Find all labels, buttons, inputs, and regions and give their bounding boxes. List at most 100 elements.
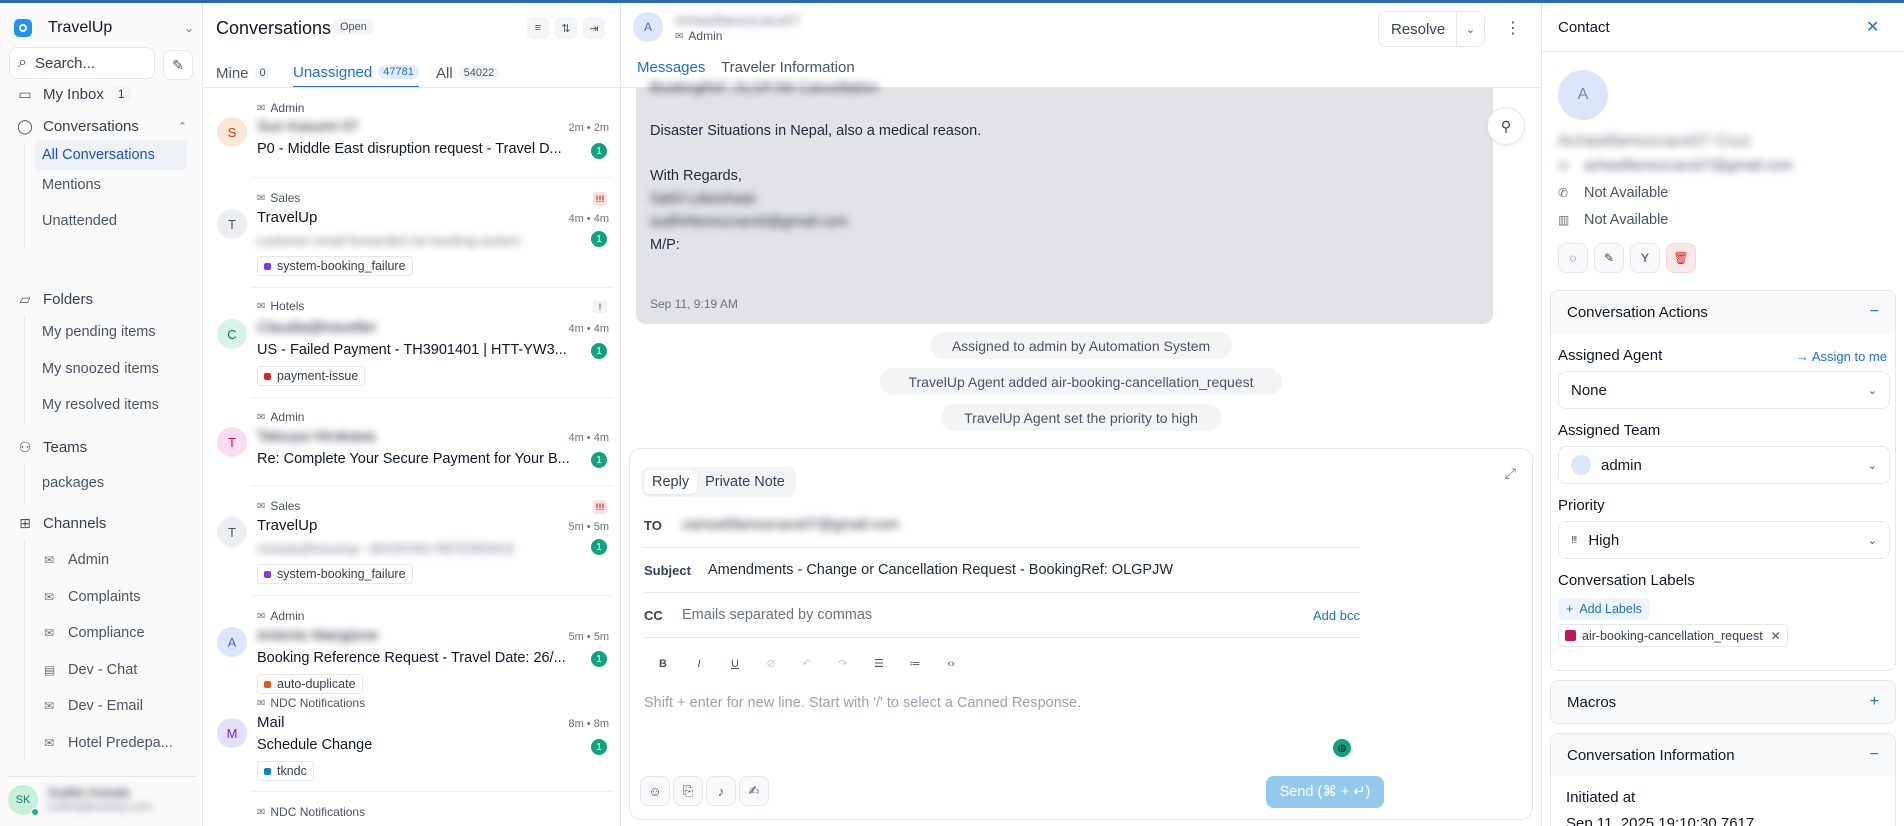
status-filter-badge[interactable]: Open: [333, 19, 374, 35]
merge-contact-button[interactable]: Y: [1630, 243, 1660, 273]
sidebar-item-label: Teams: [43, 438, 88, 456]
sidebar-item-pending[interactable]: My pending items: [42, 324, 156, 340]
sort-button[interactable]: ⇅: [555, 17, 577, 39]
subject-field[interactable]: Amendments - Change or Cancellation Requ…: [708, 562, 1173, 578]
remove-label-icon[interactable]: ✕: [1771, 629, 1781, 643]
reply-textarea[interactable]: Shift + enter for new line. Start with '…: [644, 695, 1081, 711]
add-labels-button[interactable]: + Add Labels: [1558, 598, 1650, 620]
search-button[interactable]: ⌕ Search...: [9, 47, 155, 79]
sidebar-channel-admin[interactable]: ✉ Admin: [44, 552, 109, 568]
priority-low-icon: !: [593, 300, 607, 314]
macros-header[interactable]: Macros +: [1551, 681, 1895, 723]
sidebar-item-all-conversations[interactable]: All Conversations: [34, 140, 187, 170]
redo-icon[interactable]: ↷: [825, 657, 861, 670]
edit-contact-button[interactable]: ✎: [1594, 243, 1624, 273]
mail-icon: ✉: [257, 806, 266, 818]
send-button[interactable]: Send (⌘ + ↵): [1266, 776, 1384, 808]
priority-select[interactable]: !!! High ⌄: [1558, 521, 1890, 559]
record-audio-button[interactable]: ♪: [706, 776, 736, 806]
merge-icon: Y: [1640, 251, 1649, 265]
sidebar-item-unattended[interactable]: Unattended: [42, 213, 117, 229]
chevron-down-icon: ⌄: [1867, 384, 1877, 397]
macros-panel: Macros +: [1550, 680, 1896, 724]
brand-name: TravelUp: [48, 19, 113, 36]
sidebar-item-team-packages[interactable]: packages: [42, 475, 104, 491]
more-options-icon[interactable]: ⋮: [1505, 18, 1521, 38]
delete-contact-button[interactable]: 🗑: [1666, 243, 1696, 273]
underline-icon[interactable]: U: [717, 658, 753, 670]
sidebar-channel-complaints[interactable]: ✉ Complaints: [44, 589, 141, 605]
tab-reply[interactable]: Reply: [644, 470, 698, 494]
undo-icon[interactable]: ↶: [789, 657, 825, 670]
conversation-subject: Re: Complete Your Secure Payment for You…: [257, 451, 570, 467]
filter-button[interactable]: ≡: [527, 17, 549, 39]
link-icon[interactable]: ⊘: [753, 657, 789, 670]
resolve-dropdown-button[interactable]: ⌄: [1456, 12, 1484, 46]
conversation-item[interactable]: T ✉ Admin Tatsuya Hirokawa 4m • 4m Re: Co…: [203, 397, 620, 485]
sidebar-item-snoozed[interactable]: My snoozed items: [42, 361, 159, 377]
user-icon[interactable]: ⚲: [1487, 107, 1525, 145]
conversation-item[interactable]: S ✉ Admin Sun Kasumi 07 2m • 2m P0 - Midd…: [203, 95, 620, 179]
resolve-button[interactable]: Resolve: [1379, 21, 1456, 38]
sidebar-channel-dev-email[interactable]: ✉ Dev - Email: [44, 698, 143, 714]
sidebar-item-mentions[interactable]: Mentions: [42, 177, 101, 193]
sort-icon: ⇅: [561, 22, 571, 35]
conversation-item[interactable]: A ✉ Admin Antonio Mangione 5m • 5m Bookin…: [203, 595, 620, 699]
assigned-team-select[interactable]: admin ⌄: [1558, 446, 1890, 484]
sidebar-channel-compliance[interactable]: ✉ Compliance: [44, 625, 145, 641]
sidebar-item-teams[interactable]: ⚇ Teams: [0, 434, 203, 460]
resolve-button-group: Resolve ⌄: [1378, 11, 1485, 47]
sidebar-item-my-inbox[interactable]: ▭ My Inbox 1: [0, 81, 203, 107]
sidebar-channel-dev-chat[interactable]: ▤ Dev - Chat: [44, 662, 137, 678]
add-bcc-link[interactable]: Add bcc: [1313, 608, 1360, 623]
conversation-contact-name[interactable]: Achastfamozcavs07: [675, 12, 800, 28]
compose-button[interactable]: ✎: [163, 50, 193, 80]
italic-icon[interactable]: I: [681, 658, 717, 670]
conversation-item[interactable]: ✉ NDC Notifications: [203, 791, 620, 826]
channel-label: Complaints: [68, 589, 141, 605]
to-field[interactable]: camsa5famozcavs07@gmail.com: [682, 517, 899, 533]
numbered-list-icon[interactable]: ≔: [897, 657, 933, 670]
message-text: Sahil Lokeshwar: [650, 191, 757, 207]
signature-button[interactable]: ✍: [739, 776, 769, 806]
code-icon[interactable]: ‹›: [933, 658, 969, 670]
conversation-item[interactable]: T ✉ Sales !!! TravelUp 5m • 5m noreply@tr…: [203, 485, 620, 595]
current-user-menu[interactable]: SK Sudhir Koirala sudhir@travelup.com: [8, 776, 196, 822]
sidebar-item-folders[interactable]: ▱ Folders: [0, 286, 203, 312]
sidebar-item-resolved[interactable]: My resolved items: [42, 397, 159, 413]
tab-mine[interactable]: Mine 0: [216, 59, 271, 87]
conversation-inbox: ✉ NDC Notifications: [257, 696, 366, 710]
conversation-information-header[interactable]: Conversation Information −: [1551, 734, 1895, 776]
label-chip: tkndc: [257, 761, 314, 781]
sidebar-channel-hotel-predeparture[interactable]: ✉ Hotel Predepa...: [44, 735, 173, 751]
sidebar-item-channels[interactable]: ⊞ Channels: [0, 510, 203, 536]
label-chip: system-booking_failure: [257, 256, 413, 276]
row-divider: [251, 791, 613, 792]
emoji-button[interactable]: ☺: [640, 776, 670, 806]
tab-unassigned[interactable]: Unassigned 47781: [293, 58, 419, 88]
bullet-list-icon[interactable]: ☰: [861, 657, 897, 670]
cc-field[interactable]: Emails separated by commas: [682, 607, 872, 623]
assign-to-me-link[interactable]: → Assign to me: [1796, 349, 1887, 364]
conversation-contact-name: Tatsuya Hirokawa: [257, 428, 376, 445]
conversation-actions-header[interactable]: Conversation Actions −: [1551, 291, 1895, 333]
close-icon[interactable]: ✕: [1866, 17, 1879, 37]
bold-icon[interactable]: B: [645, 658, 681, 670]
conversation-item[interactable]: C ✉ Hotels ! Claudia@traveller 4m • 4m US…: [203, 287, 620, 397]
format-toolbar: B I U ⊘ ↶ ↷ ☰ ≔ ‹›: [645, 657, 969, 671]
sidebar-item-conversations[interactable]: ◯ Conversations ⌃: [0, 113, 203, 139]
contact-name: Achastfamozcavs07 Cruz: [1558, 131, 1751, 150]
collapse-button[interactable]: ⇥: [583, 17, 605, 39]
new-message-button[interactable]: ◌: [1558, 243, 1588, 273]
channel-label: Compliance: [68, 625, 145, 641]
attach-button[interactable]: ⎘: [673, 776, 703, 806]
expand-icon[interactable]: ⤢: [1505, 465, 1516, 482]
conversation-item[interactable]: T ✉ Sales !!! TravelUp 4m • 4m customer e…: [203, 177, 620, 287]
mail-icon: ✉: [675, 30, 684, 42]
tab-all[interactable]: All 54022: [436, 59, 500, 87]
brand-switcher[interactable]: TravelUp ⌄: [14, 15, 194, 41]
assigned-agent-select[interactable]: None ⌄: [1558, 371, 1890, 409]
ai-assist-icon[interactable]: ◍: [1333, 739, 1351, 757]
tab-private-note[interactable]: Private Note: [697, 470, 793, 494]
conversation-item[interactable]: M ✉ NDC Notifications Mail 8m • 8m Schedu…: [203, 696, 620, 786]
